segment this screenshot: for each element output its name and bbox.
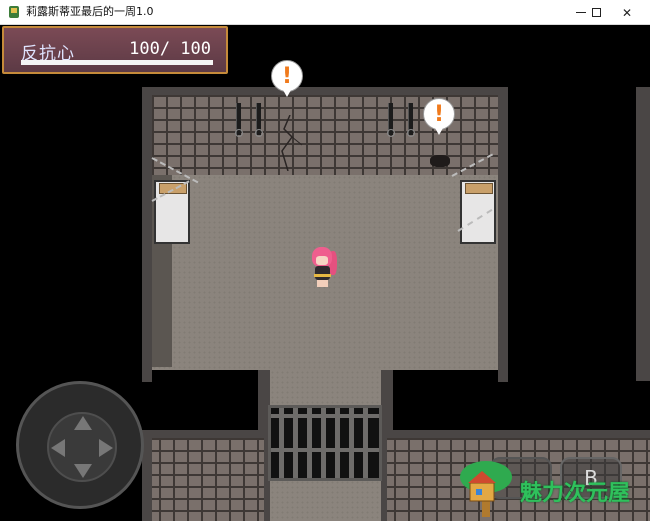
watermark: 魅力次元屋 <box>456 457 650 521</box>
body <box>315 266 330 280</box>
maximize-button[interactable] <box>581 0 611 25</box>
wall-shackle <box>407 103 415 137</box>
gate-bar <box>349 408 354 478</box>
dpad-down-icon[interactable] <box>74 464 92 478</box>
window-titlebar: 莉露斯蒂亚最后的一周1.0 ✕ <box>0 0 650 25</box>
wall-shackle <box>387 103 395 137</box>
dpad-left-icon[interactable] <box>51 439 65 457</box>
legs <box>317 280 328 287</box>
maximize-icon <box>591 8 601 17</box>
belt <box>314 274 331 277</box>
pillow <box>465 183 493 194</box>
window-title: 莉露斯蒂亚最后的一周1.0 <box>26 5 154 18</box>
void-right <box>393 370 498 430</box>
gate-bar <box>279 408 284 478</box>
gate-bar <box>321 408 326 478</box>
watermark-text: 魅力次元屋 <box>520 481 631 506</box>
lower-wall-left <box>152 438 264 521</box>
dpad-up-icon[interactable] <box>74 416 92 430</box>
gate-bar <box>293 408 298 478</box>
treehouse-logo-icon <box>460 461 512 517</box>
resistance-gauge-fill <box>21 60 213 65</box>
wall-shackle <box>255 103 263 137</box>
dpad-right-icon[interactable] <box>99 439 113 457</box>
cell-gate[interactable] <box>268 405 382 481</box>
app-icon <box>9 6 19 18</box>
player-character <box>309 247 337 287</box>
wall-hole <box>430 155 450 167</box>
gate-bar <box>335 408 340 478</box>
resistance-gauge <box>21 60 213 65</box>
game-viewport[interactable]: ! ! 反抗心 100/ 100 B 魅力次元屋 <box>0 25 650 521</box>
bed-right[interactable] <box>460 180 496 244</box>
close-icon: ✕ <box>621 5 633 20</box>
virtual-dpad[interactable] <box>16 381 144 509</box>
alert-bubble: ! <box>423 98 455 135</box>
right-edge-wall <box>636 87 650 381</box>
face <box>316 256 328 265</box>
gate-bar <box>307 408 312 478</box>
gate-bar <box>363 408 368 478</box>
void-left <box>152 370 258 430</box>
wall-crack <box>281 115 303 171</box>
wall-shackle <box>235 103 243 137</box>
close-button[interactable]: ✕ <box>612 0 642 25</box>
alert-bubble: ! <box>271 60 303 97</box>
hud-value: 100/ 100 <box>129 39 211 59</box>
resistance-hud: 反抗心 100/ 100 <box>2 26 228 74</box>
